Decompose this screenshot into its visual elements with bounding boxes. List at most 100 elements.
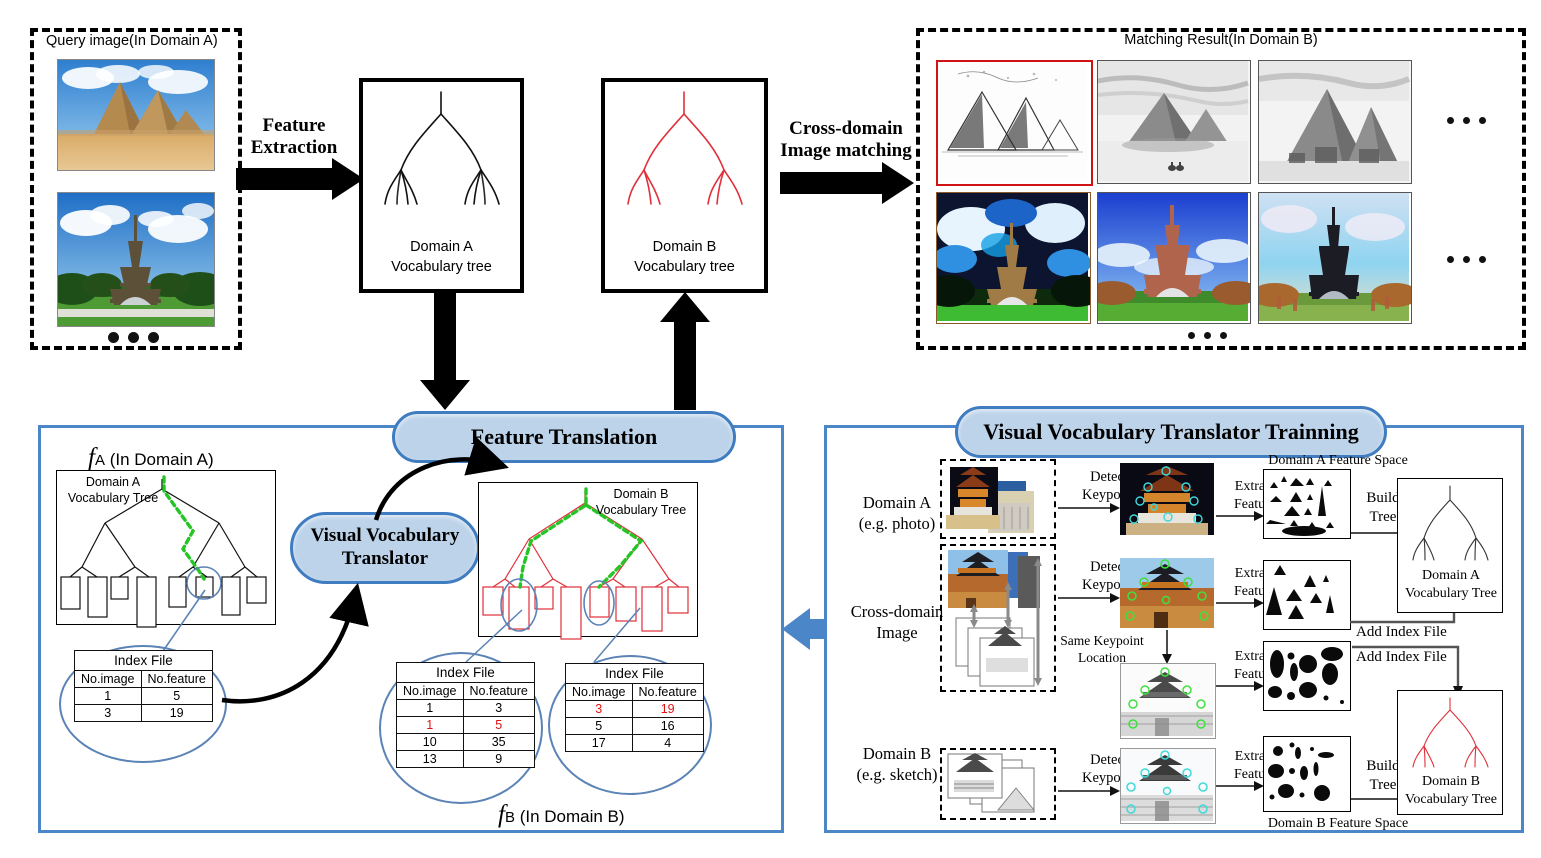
fb-subscript: B — [504, 809, 515, 826]
training-tree-b-line2: Vocabulary Tree — [1405, 792, 1497, 808]
index-b2-r0c0: 3 — [565, 700, 633, 718]
cross-domain-line2: Image matching — [780, 140, 912, 162]
index-a-title: Index File — [74, 650, 213, 671]
matching-result-image-5[interactable] — [1097, 192, 1251, 324]
fb-suffix: (In Domain B) — [514, 807, 625, 826]
index-b2-col2: No.feature — [631, 683, 704, 701]
fb-symbol: f — [498, 801, 505, 828]
extract-feature-arrow-2 — [1216, 598, 1264, 608]
index-a-col2: No.feature — [140, 670, 213, 688]
feature-space-box-b1 — [1263, 641, 1351, 711]
feature-space-box-a2 — [1263, 560, 1351, 630]
training-row-b-line1: Domain B — [862, 744, 932, 763]
feature-extraction-label: Feature Extraction — [244, 115, 344, 160]
index-a-r1c0: 3 — [74, 704, 142, 722]
cross-domain-arrow — [780, 162, 914, 204]
domain-a-tree-graphic — [384, 91, 500, 205]
training-tree-a-line2: Vocabulary Tree — [1405, 586, 1497, 602]
same-location-down-arrow — [1162, 630, 1172, 664]
training-row-label-b: Domain B (e.g. sketch) — [842, 743, 952, 786]
domain-b-tree-box: Domain B Vocabulary tree — [601, 78, 768, 293]
feature-extraction-arrow — [236, 158, 364, 200]
index-a-r0c0: 1 — [74, 687, 142, 705]
training-row-cross-line1: Cross-domain — [850, 602, 944, 621]
matching-result-image-3[interactable] — [1258, 60, 1412, 184]
matching-result-image-1[interactable] — [936, 60, 1093, 186]
domain-a-to-translation-arrow — [420, 292, 470, 410]
index-b1-r0c0: 1 — [396, 699, 464, 717]
training-row-label-a: Domain A (e.g. photo) — [842, 492, 952, 535]
domain-b-tree-caption: Domain B Vocabulary tree — [605, 238, 764, 277]
training-row-label-cross: Cross-domain Image — [838, 601, 956, 644]
index-b1-title: Index File — [396, 662, 535, 683]
translation-tree-a-caption: Domain A Vocabulary Tree — [63, 475, 163, 506]
keypoint-image-cross-sketch — [1120, 663, 1216, 739]
matching-result-image-4[interactable] — [936, 192, 1091, 324]
index-b1-r0c1: 3 — [462, 699, 535, 717]
fa-subscript: A — [94, 452, 105, 469]
feature-extraction-line2: Extraction — [250, 137, 338, 159]
query-image-eiffel — [57, 192, 215, 327]
index-a-col1: No.image — [74, 670, 142, 688]
domain-a-tree-box: Domain A Vocabulary tree — [359, 78, 524, 293]
index-b1-r2c0: 10 — [396, 733, 464, 751]
cross-domain-matching-label: Cross-domain Image matching — [768, 118, 924, 163]
training-tree-b-line1: Domain B — [1422, 774, 1480, 789]
matching-result-title: Matching Result(In Domain B) — [1124, 32, 1318, 48]
keypoint-image-b — [1120, 748, 1216, 824]
index-b2-r2c0: 17 — [565, 734, 633, 752]
training-tree-b-box: Domain B Vocabulary Tree — [1397, 690, 1503, 815]
fa-symbol: f — [88, 444, 95, 471]
matching-row2-ellipsis — [1447, 256, 1486, 263]
same-kp-line1: Same Keypoint — [1060, 633, 1144, 648]
training-tree-b-caption: Domain B Vocabulary Tree — [1398, 773, 1504, 809]
fa-suffix: (In Domain A) — [104, 450, 214, 469]
tree-b-caption-line1: Domain B — [613, 487, 669, 501]
index-b2-col1: No.image — [565, 683, 633, 701]
index-b2-title: Index File — [565, 663, 704, 684]
matching-bottom-ellipsis — [1188, 332, 1227, 339]
tree-a-caption-line1: Domain A — [85, 475, 141, 489]
translation-to-domain-b-arrow — [660, 292, 710, 410]
tree-b-caption-line2: Vocabulary Tree — [595, 502, 687, 517]
query-panel-title: Query image(In Domain A) — [44, 33, 220, 49]
detect-keypoint-arrow-a — [1058, 503, 1120, 513]
matching-result-image-6[interactable] — [1258, 192, 1412, 324]
index-b1-r1c1: 5 — [462, 716, 535, 734]
translation-tree-b-caption: Domain B Vocabulary Tree — [589, 487, 693, 518]
domain-b-tree-graphic — [627, 91, 743, 205]
keypoint-image-a — [1120, 463, 1214, 535]
domain-b-tree-line2: Vocabulary tree — [634, 258, 735, 275]
index-to-translator-arrow — [221, 582, 369, 704]
detect-keypoint-arrow-cross — [1058, 593, 1120, 603]
index-b2-r1c0: 5 — [565, 717, 633, 735]
feature-space-box-a1 — [1263, 469, 1351, 539]
training-title: Visual Vocabulary Translator Trainning — [983, 419, 1359, 444]
training-row-a-line2: (e.g. photo) — [858, 514, 936, 534]
index-b2-r2c1: 4 — [631, 734, 704, 752]
training-tree-a-box: Domain A Vocabulary Tree — [1397, 478, 1503, 613]
index-b2-r0c1: 19 — [631, 700, 704, 718]
index-file-table-b1: Index File No.image No.feature 1 3 1 5 1… — [396, 662, 535, 768]
matching-row1-ellipsis — [1447, 117, 1486, 124]
domain-a-tree-line1: Domain A — [410, 239, 473, 255]
index-b1-r1c0: 1 — [396, 716, 464, 734]
query-ellipsis-dots — [108, 332, 159, 343]
training-imagestack-box-cross — [940, 544, 1056, 692]
fa-label: fA (In Domain A) — [88, 444, 214, 472]
training-row-cross-line2: Image — [876, 623, 918, 643]
feature-space-a-label: Domain A Feature Space — [1268, 453, 1408, 468]
domain-a-tree-line2: Vocabulary tree — [391, 258, 492, 275]
domain-b-tree-line1: Domain B — [652, 239, 717, 255]
index-b1-col1: No.image — [396, 682, 464, 700]
feature-space-b-label: Domain B Feature Space — [1267, 816, 1409, 831]
index-b1-r3c0: 13 — [396, 750, 464, 768]
index-b1-r2c1: 35 — [462, 733, 535, 751]
index-a-r0c1: 5 — [140, 687, 213, 705]
tree-a-caption-line2: Vocabulary Tree — [67, 490, 159, 505]
training-row-b-line2: (e.g. sketch) — [856, 765, 938, 785]
detect-keypoint-arrow-b — [1058, 786, 1120, 796]
matching-result-image-2[interactable] — [1097, 60, 1251, 184]
feature-translation-title: Feature Translation — [470, 424, 658, 449]
keypoint-image-cross-photo — [1120, 558, 1214, 628]
